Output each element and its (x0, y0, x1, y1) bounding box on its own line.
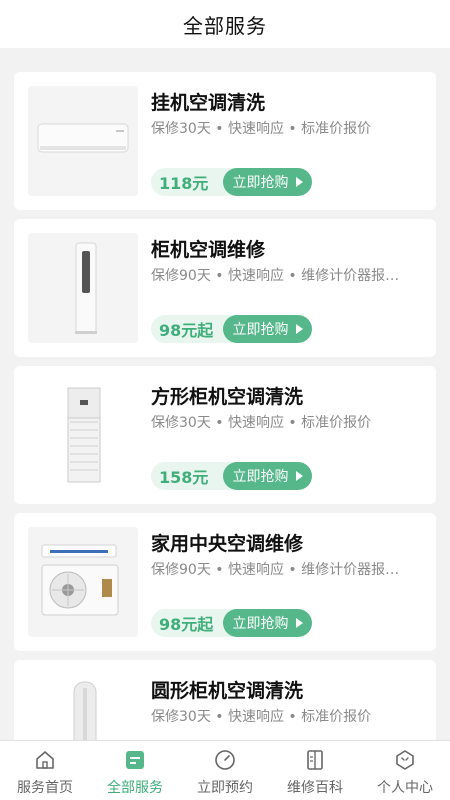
buy-now-label: 立即抢购 (232, 322, 289, 338)
service-description: 保修30天 • 快速响应 • 标准价报价 (151, 121, 372, 137)
buy-now-button[interactable]: 立即抢购 (223, 609, 312, 637)
service-title: 挂机空调清洗 (151, 92, 266, 114)
round-cabinet-ac-image (28, 674, 138, 742)
price-value: 98元起 (159, 321, 214, 340)
tower-ac-image (28, 233, 138, 343)
central-ac-image (28, 527, 138, 637)
service-title: 柜机空调维修 (151, 239, 266, 261)
service-description: 保修30天 • 快速响应 • 标准价报价 (151, 415, 372, 431)
service-title: 家用中央空调维修 (151, 533, 304, 555)
service-card[interactable]: 圆形柜机空调清洗 保修30天 • 快速响应 • 标准价报价 (14, 660, 436, 742)
tab-book-now[interactable]: 立即预约 (180, 741, 270, 800)
tab-label: 立即预约 (197, 780, 253, 796)
square-cabinet-ac-image (28, 380, 138, 490)
tab-all-services[interactable]: 全部服务 (90, 741, 180, 800)
tab-label: 维修百科 (287, 780, 343, 796)
service-card[interactable]: 家用中央空调维修 保修90天 • 快速响应 • 维修计价器报价… 98元起 立即… (14, 513, 436, 651)
service-card[interactable]: 方形柜机空调清洗 保修30天 • 快速响应 • 标准价报价 158元 立即抢购 (14, 366, 436, 504)
service-description: 保修90天 • 快速响应 • 维修计价器报价… (151, 562, 413, 578)
buy-now-label: 立即抢购 (232, 616, 289, 632)
buy-now-button[interactable]: 立即抢购 (223, 168, 312, 196)
buy-now-label: 立即抢购 (232, 469, 289, 485)
service-description: 保修90天 • 快速响应 • 维修计价器报价… (151, 268, 413, 284)
play-arrow-icon (295, 618, 303, 628)
service-title: 方形柜机空调清洗 (151, 386, 304, 408)
buy-now-button[interactable]: 立即抢购 (223, 462, 312, 490)
buy-now-label: 立即抢购 (232, 175, 289, 191)
tab-label: 全部服务 (107, 780, 163, 796)
buy-now-button[interactable]: 立即抢购 (223, 315, 312, 343)
price-value: 158元 (159, 468, 209, 487)
home-icon (36, 751, 54, 769)
services-icon (126, 751, 144, 769)
clock-icon (215, 750, 235, 770)
tab-repair-wiki[interactable]: 维修百科 (270, 741, 360, 800)
tab-profile[interactable]: 个人中心 (360, 741, 450, 800)
service-list[interactable]: 挂机空调清洗 保修30天 • 快速响应 • 标准价报价 118元 立即抢购 柜机… (0, 62, 450, 742)
play-arrow-icon (295, 177, 303, 187)
book-icon (307, 750, 323, 770)
service-card[interactable]: 挂机空调清洗 保修30天 • 快速响应 • 标准价报价 118元 立即抢购 (14, 72, 436, 210)
profile-icon (396, 750, 414, 770)
bottom-tab-bar: 服务首页 全部服务 立即预约 维修百科 个人中心 (0, 740, 450, 800)
play-arrow-icon (295, 324, 303, 334)
price-value: 98元起 (159, 615, 214, 634)
service-description: 保修30天 • 快速响应 • 标准价报价 (151, 709, 372, 725)
service-title: 圆形柜机空调清洗 (151, 680, 304, 702)
page-title: 全部服务 (183, 13, 267, 38)
top-bar: 全部服务 (0, 0, 450, 48)
wall-ac-image (28, 86, 138, 196)
service-card[interactable]: 柜机空调维修 保修90天 • 快速响应 • 维修计价器报价… 98元起 立即抢购 (14, 219, 436, 357)
tab-home[interactable]: 服务首页 (0, 741, 90, 800)
tab-label: 服务首页 (17, 780, 73, 796)
tab-label: 个人中心 (377, 780, 433, 796)
play-arrow-icon (295, 471, 303, 481)
price-value: 118元 (159, 174, 209, 193)
